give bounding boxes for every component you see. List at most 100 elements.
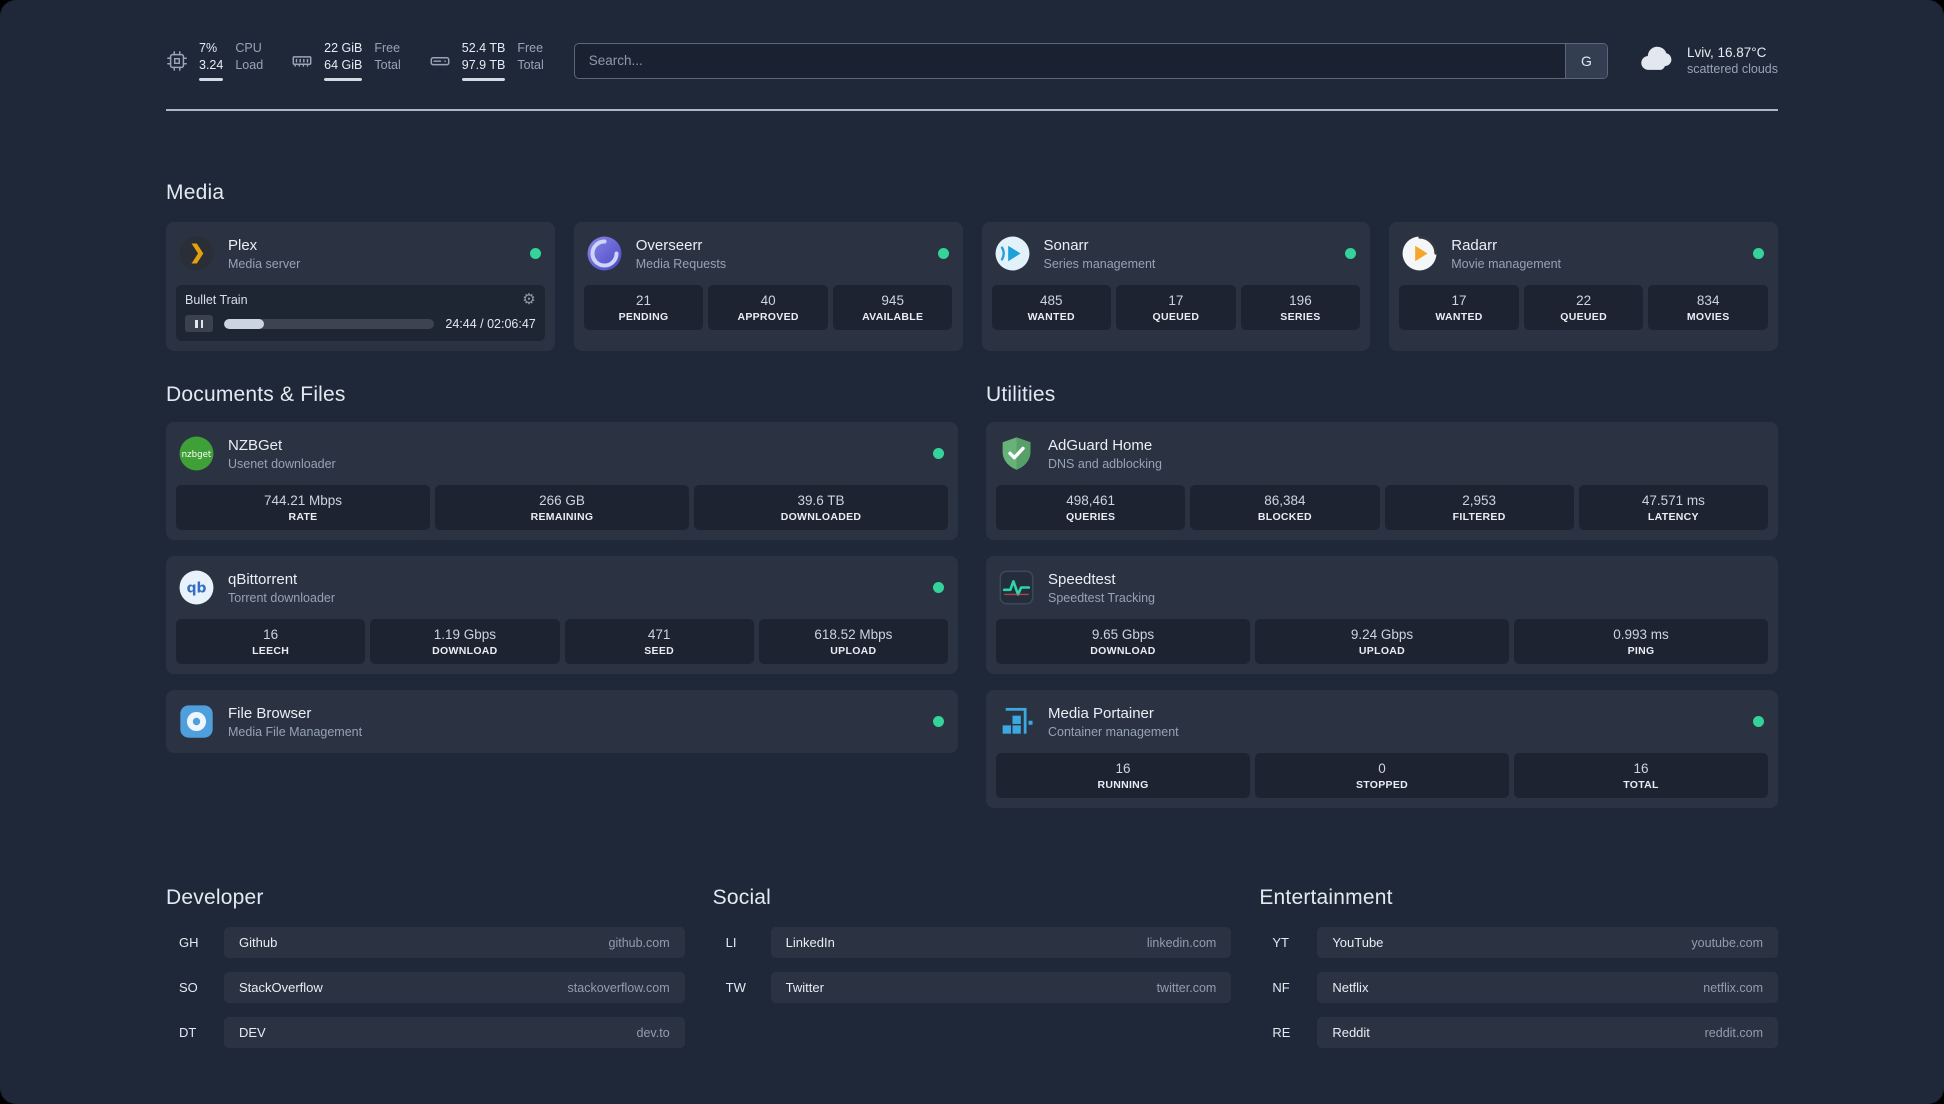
bookmark-github[interactable]: GH Github github.com: [166, 927, 685, 958]
service-name: File Browser: [228, 704, 312, 722]
service-description: Media server: [228, 256, 301, 271]
search-provider-button[interactable]: G: [1564, 43, 1607, 78]
disk-total-label: Total: [517, 58, 544, 72]
plex-now-playing: Bullet Train ⚙ 24:44 / 02:06:47: [176, 285, 545, 341]
stat-wanted: 17 WANTED: [1399, 285, 1519, 330]
cpu-load-label: Load: [235, 58, 264, 72]
stat-movies: 834 MOVIES: [1648, 285, 1768, 330]
playback-progress-bar[interactable]: [224, 318, 435, 329]
bookmark-youtube[interactable]: YT YouTube youtube.com: [1259, 927, 1778, 958]
stat-total: 16 TOTAL: [1514, 753, 1768, 798]
stat-remaining: 266 GB REMAINING: [435, 485, 689, 530]
bookmark-abbr: GH: [179, 935, 199, 950]
bookmark-pill: Twitter twitter.com: [770, 972, 1232, 1003]
speedtest-icon: [998, 569, 1035, 606]
service-card-portainer[interactable]: Media Portainer Container management 16 …: [986, 690, 1778, 808]
memory-widget: 22 GiB Free 64 GiB Total: [291, 40, 401, 81]
service-card-qbittorrent[interactable]: qb qBittorrent Torrent downloader 16 LEE…: [166, 556, 958, 674]
stat-stopped: 0 STOPPED: [1255, 753, 1509, 798]
bookmarks: Developer GH Github github.com SO StackO…: [166, 886, 1778, 1104]
stat-wanted: 485 WANTED: [991, 285, 1112, 330]
bookmark-dev[interactable]: DT DEV dev.to: [166, 1017, 685, 1048]
service-card-adguard[interactable]: AdGuard Home DNS and adblocking 498,461 …: [986, 422, 1778, 540]
search-bar: G: [573, 42, 1608, 79]
service-name: Sonarr: [1043, 236, 1089, 254]
filebrowser-icon: [178, 703, 215, 740]
service-name: Plex: [228, 236, 258, 254]
bookmark-pill: Github github.com: [224, 927, 685, 958]
stat-filtered: 2,953 FILTERED: [1384, 485, 1574, 530]
bookmark-twitter[interactable]: TW Twitter twitter.com: [713, 972, 1232, 1003]
cpu-widget: 7% CPU 3.24 Load: [166, 40, 263, 81]
bookmark-pill: Reddit reddit.com: [1317, 1017, 1778, 1048]
memory-free: 22 GiB: [324, 41, 363, 55]
service-name: Media Portainer: [1048, 704, 1154, 722]
service-card-filebrowser[interactable]: File Browser Media File Management: [166, 690, 958, 753]
service-name: Speedtest: [1048, 570, 1116, 588]
sonarr-icon: [994, 235, 1031, 272]
service-name: Overseerr: [635, 236, 703, 254]
overseerr-icon: [586, 235, 623, 272]
memory-free-label: Free: [374, 41, 401, 55]
stat-running: 16 RUNNING: [996, 753, 1250, 798]
status-dot: [937, 248, 949, 259]
section-title-social: Social: [712, 886, 772, 909]
bookmark-netflix[interactable]: NF Netflix netflix.com: [1259, 972, 1778, 1003]
bookmark-abbr: RE: [1272, 1025, 1291, 1040]
bookmark-pill: DEV dev.to: [224, 1017, 685, 1048]
stat-rate: 744.21 Mbps RATE: [176, 485, 430, 530]
cpu-label: CPU: [235, 41, 262, 55]
service-description: Container management: [1048, 724, 1179, 739]
stat-available: 945 AVAILABLE: [832, 285, 953, 330]
status-dot: [1753, 248, 1764, 259]
section-title-entertainment: Entertainment: [1259, 886, 1393, 909]
weather-location: Lviv, 16.87°C: [1686, 44, 1767, 60]
bookmark-linkedin[interactable]: LI LinkedIn linkedin.com: [713, 927, 1232, 958]
bookmark-group-social: Social LI LinkedIn linkedin.com TW Twitt…: [713, 886, 1232, 1062]
stat-leech: 16 LEECH: [176, 619, 366, 664]
service-card-sonarr[interactable]: Sonarr Series management 485 WANTED 17 Q…: [981, 222, 1371, 351]
radarr-icon: [1401, 235, 1438, 272]
portainer-icon: [998, 703, 1035, 740]
cpu-percent: 7%: [199, 41, 218, 55]
section-title-utilities: Utilities: [986, 383, 1056, 406]
status-dot: [1345, 248, 1357, 259]
pause-button[interactable]: [185, 315, 213, 332]
stat-pending: 21 PENDING: [583, 285, 704, 330]
service-name: NZBGet: [228, 436, 283, 454]
status-dot: [1753, 716, 1764, 727]
stat-download: 9.65 Gbps DOWNLOAD: [996, 619, 1250, 664]
bookmark-pill: YouTube youtube.com: [1317, 927, 1778, 958]
stat-queued: 17 QUEUED: [1116, 285, 1236, 330]
service-card-nzbget[interactable]: nzbget NZBGet Usenet downloader 744.21 M…: [166, 422, 958, 540]
section-title-documents: Documents & Files: [166, 383, 346, 406]
bookmark-reddit[interactable]: RE Reddit reddit.com: [1259, 1017, 1778, 1048]
stat-upload: 9.24 Gbps UPLOAD: [1255, 619, 1509, 664]
search-input[interactable]: [574, 43, 1565, 78]
stat-latency: 47.571 ms LATENCY: [1578, 485, 1768, 530]
service-card-radarr[interactable]: Radarr Movie management 17 WANTED 22 QUE…: [1389, 222, 1778, 351]
cpu-load: 3.24: [199, 58, 224, 72]
service-card-plex[interactable]: Plex Media server Bullet Train ⚙ 24:44 /…: [166, 222, 555, 351]
bookmark-group-developer: Developer GH Github github.com SO StackO…: [166, 886, 685, 1062]
service-description: Series management: [1043, 256, 1156, 271]
service-description: DNS and adblocking: [1048, 456, 1162, 471]
service-card-overseerr[interactable]: Overseerr Media Requests 21 PENDING 40 A…: [573, 222, 963, 351]
service-name: Radarr: [1451, 236, 1498, 254]
bookmark-group-entertainment: Entertainment YT YouTube youtube.com NF …: [1259, 886, 1778, 1062]
section-documents: Documents & Files nzbget NZBGet Usenet d…: [166, 383, 958, 808]
cpu-icon: [166, 50, 188, 72]
disk-widget: 52.4 TB Free 97.9 TB Total: [429, 40, 544, 81]
section-title-media: Media: [166, 181, 225, 204]
bookmark-abbr: LI: [725, 935, 737, 950]
service-card-speedtest[interactable]: Speedtest Speedtest Tracking 9.65 Gbps D…: [986, 556, 1778, 674]
service-description: Torrent downloader: [228, 590, 336, 605]
stat-seed: 471 SEED: [564, 619, 754, 664]
bookmark-stackoverflow[interactable]: SO StackOverflow stackoverflow.com: [166, 972, 685, 1003]
header-divider: [166, 109, 1778, 111]
stat-downloaded: 39.6 TB DOWNLOADED: [694, 485, 948, 530]
memory-icon: [291, 50, 313, 72]
svg-text:nzbget: nzbget: [182, 450, 212, 460]
gear-icon[interactable]: ⚙: [522, 292, 535, 307]
weather-widget: Lviv, 16.87°C scattered clouds: [1638, 43, 1778, 78]
